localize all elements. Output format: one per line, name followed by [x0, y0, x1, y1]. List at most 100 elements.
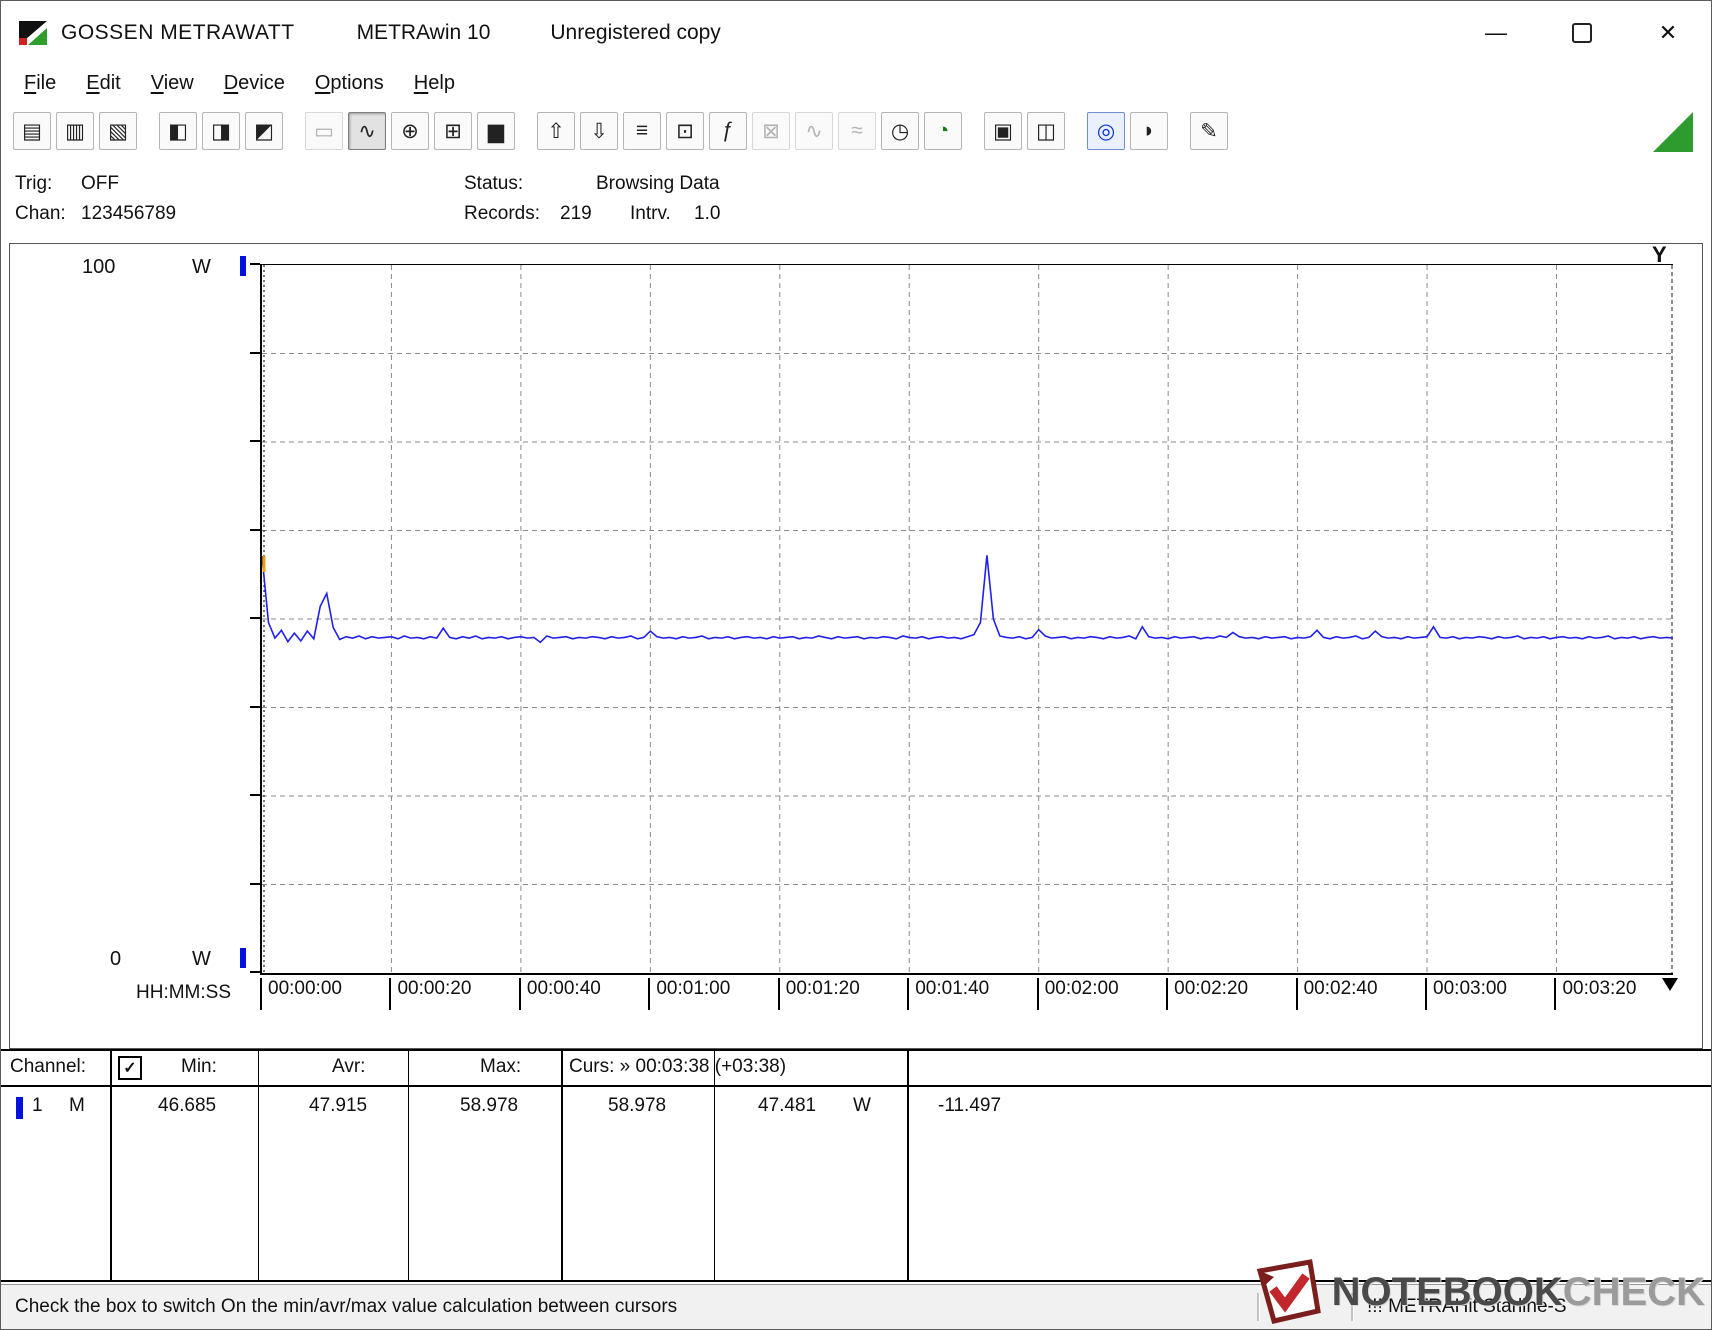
status-records-info: Status: Browsing Data Records: 219 Intrv. 1.…: [464, 169, 720, 229]
close-button[interactable]: ✕: [1625, 1, 1711, 64]
measurement-info: Trig: OFF Chan: 123456789 Status: Browsing …: [1, 159, 1711, 243]
cursor-value-unit: W: [853, 1095, 871, 1116]
upload-settings-button[interactable]: ⇧: [537, 112, 575, 150]
print-preview-button[interactable]: ◫: [1027, 112, 1065, 150]
x-tick-label: 00:03:20: [1554, 978, 1636, 1010]
y-axis-tick: [250, 528, 260, 531]
x-tick-label: 00:02:00: [1036, 978, 1119, 1010]
window-controls: — ✕: [1453, 1, 1711, 64]
cursor-diff-value: -11.497: [938, 1095, 1002, 1116]
y-axis-min-label: 0: [110, 948, 122, 970]
cursor-2-handle-bottom[interactable]: [1662, 978, 1678, 991]
channel-color-marker-bottom: [240, 948, 246, 968]
menu-help[interactable]: Help: [399, 68, 470, 99]
toolbar-separator: [142, 131, 154, 132]
trigger-channel-info: Trig: OFF Chan: 123456789: [15, 169, 176, 229]
x-tick-label: 00:02:20: [1166, 978, 1248, 1010]
formula-button[interactable]: ƒ: [709, 112, 747, 150]
time-export-button[interactable]: ◷: [881, 112, 919, 150]
channel-color-marker-top: [240, 256, 246, 276]
bar-graph-view-button[interactable]: ▆: [477, 112, 515, 150]
x-tick-label: 00:00:40: [518, 978, 601, 1010]
x-tick-label: 00:02:40: [1295, 978, 1378, 1010]
numeric-display-button: ▭: [305, 112, 343, 150]
zoom-time-button[interactable]: ◎: [1087, 112, 1125, 150]
toolbar-separator: [288, 131, 300, 132]
y-axis-tick: [250, 440, 260, 442]
notebookcheck-wordmark: NOTEBOOKCHECK: [1332, 1270, 1705, 1315]
column-divider: [714, 1051, 715, 1280]
chan-value: 123456789: [81, 203, 177, 224]
menu-file[interactable]: File: [9, 68, 71, 99]
gossen-metrawatt-logo-icon: [19, 20, 47, 45]
menu-device[interactable]: Device: [209, 68, 300, 99]
y-axis-tick: [250, 971, 260, 973]
max-column-label: Max:: [480, 1056, 522, 1077]
download-settings-button[interactable]: ⇩: [580, 112, 618, 150]
menubar: File Edit View Device Options Help: [1, 64, 1711, 103]
zoom-cursor-button[interactable]: ◗: [1130, 112, 1168, 150]
print-button[interactable]: ▣: [984, 112, 1022, 150]
maximize-icon: [1572, 22, 1592, 43]
records-label: Records:: [464, 203, 541, 224]
window-title-app: METRAwin 10: [356, 20, 491, 44]
table-view-button[interactable]: ⊞: [434, 112, 472, 150]
signal-fm-button: ≈: [838, 112, 876, 150]
menu-edit[interactable]: Edit: [71, 68, 135, 99]
save-as-button[interactable]: ▥: [56, 112, 94, 150]
min-column-label: Min:: [181, 1056, 217, 1077]
trig-label: Trig:: [15, 173, 53, 194]
signal-am-button: ∿: [795, 112, 833, 150]
column-divider: [408, 1051, 409, 1280]
records-value: 219: [560, 203, 592, 224]
channel-column-label: Channel:: [10, 1056, 87, 1077]
cursor-2-handle-top[interactable]: Y: [1652, 242, 1667, 268]
maximize-button[interactable]: [1539, 1, 1625, 64]
watermark-text-notebook: NOTEBOOK: [1331, 1269, 1563, 1314]
menu-view[interactable]: View: [136, 68, 209, 99]
status-value: Browsing Data: [596, 173, 720, 194]
y-axis-tick: [250, 263, 260, 265]
y-axis-tick: [250, 351, 260, 354]
xy-view-button[interactable]: ⊕: [391, 112, 429, 150]
x-tick-label: 00:00:20: [389, 978, 471, 1010]
toolbar: ▤ ▥ ▧ ◧ ◨ ◩ ▭ ∿ ⊕ ⊞ ▆ ⇧ ⇩ ≡ ⊡ ƒ ⊠ ∿ ≈ ◷ ◔ ▣ ◫ ◎ ◗ ✎: [1, 103, 1711, 159]
window-title-license: Unregistered copy: [550, 20, 721, 44]
chan-label: Chan:: [15, 203, 66, 224]
title-bar: GOSSEN METRAWATT METRAwin 10 Unregistere…: [1, 1, 1711, 64]
trend-view-button[interactable]: ∿: [348, 112, 386, 150]
y-axis-unit-bottom: W: [192, 948, 211, 970]
x-tick-label: 00:01:20: [777, 978, 860, 1010]
window-title-brand: GOSSEN METRAWATT: [61, 20, 295, 44]
cursor-column-label: Curs: » 00:03:38 (+03:38): [569, 1056, 787, 1077]
watermark-text-check: CHECK: [1562, 1269, 1705, 1314]
status-label: Status:: [464, 173, 524, 194]
y-axis-unit-top: W: [192, 256, 211, 278]
annotation-button[interactable]: ✎: [1190, 112, 1228, 150]
column-divider: [258, 1051, 259, 1280]
channel-mode: M: [69, 1095, 85, 1116]
device-read-button[interactable]: ◧: [159, 112, 197, 150]
minmax-between-cursors-checkbox[interactable]: ✓: [118, 1056, 142, 1080]
open-button[interactable]: ▧: [99, 112, 137, 150]
interval-value: 1.0: [694, 203, 721, 224]
monitor-button[interactable]: ⊡: [666, 112, 704, 150]
interval-timer-button[interactable]: ◔: [924, 112, 962, 150]
channel-list-button[interactable]: ≡: [623, 112, 661, 150]
device-write-button[interactable]: ◩: [245, 112, 283, 150]
column-divider: [561, 1051, 563, 1280]
trend-chart-area: 100 W 0 W HH:MM:SS Y 00:00:00 00:00:20 00:…: [9, 242, 1703, 1049]
power-trend-plot[interactable]: [260, 264, 1674, 975]
channel-number: 1: [32, 1095, 43, 1116]
column-divider: [110, 1051, 112, 1280]
menu-options[interactable]: Options: [300, 68, 399, 99]
interval-label: Intrv.: [630, 203, 671, 224]
minimize-button[interactable]: —: [1453, 1, 1539, 64]
resize-corner-icon[interactable]: [1653, 112, 1693, 152]
y-axis-tick: [250, 617, 260, 619]
save-button[interactable]: ▤: [13, 112, 51, 150]
x-tick-label: 00:01:40: [907, 978, 989, 1010]
device-memory-button[interactable]: ◨: [202, 112, 240, 150]
cursor-max-value: 58.978: [608, 1095, 667, 1116]
channel-1-color-marker: [16, 1097, 23, 1119]
